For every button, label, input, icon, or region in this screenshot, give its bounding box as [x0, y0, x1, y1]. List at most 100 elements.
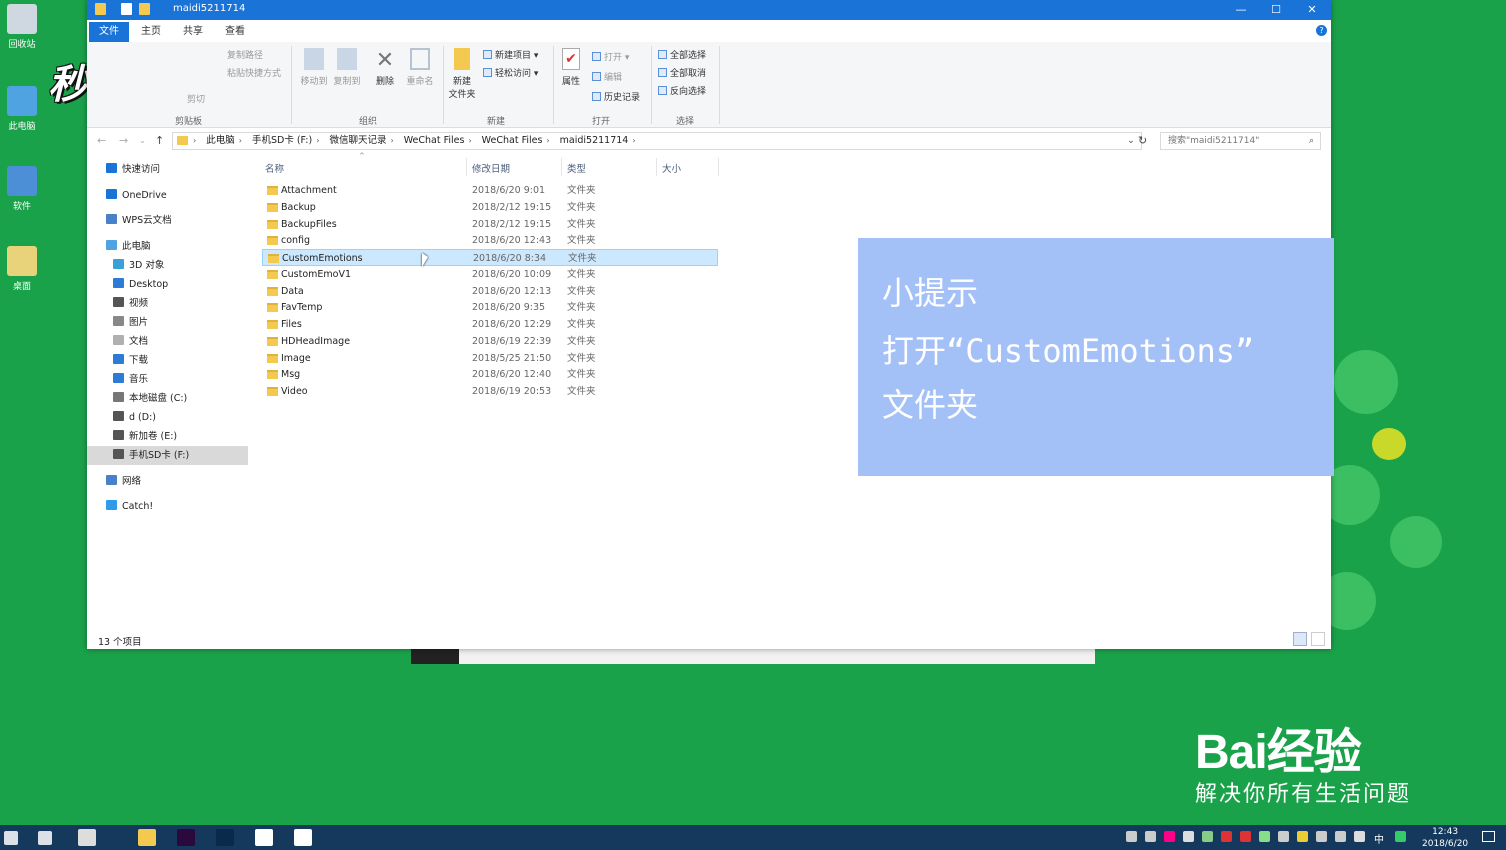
column-name[interactable]: 名称 [265, 161, 284, 175]
nav-item[interactable]: WPS云文档 [87, 211, 248, 230]
file-row[interactable]: HDHeadImage 2018/6/19 22:39 文件夹 [262, 333, 718, 350]
copy-path-button[interactable]: 复制路径 [227, 48, 263, 61]
invert-selection-button[interactable]: 反向选择 [658, 84, 706, 97]
breadcrumb-wechat-files-2[interactable]: WeChat Files [482, 133, 543, 149]
nav-item[interactable]: 快速访问 [87, 160, 248, 179]
large-icons-view-icon[interactable] [1311, 632, 1325, 646]
tab-file[interactable]: 文件 [89, 22, 129, 42]
properties-icon[interactable] [121, 3, 132, 15]
photoshop-icon[interactable] [216, 829, 234, 846]
desktop-icon[interactable]: 回收站 [2, 4, 42, 50]
nav-item[interactable]: 下载 [87, 351, 248, 370]
move-to-button[interactable]: 移动到 [299, 48, 329, 87]
chevron-right-icon[interactable]: › [632, 133, 635, 149]
back-arrow-icon[interactable]: ← [97, 134, 106, 147]
file-row[interactable]: Files 2018/6/20 12:29 文件夹 [262, 316, 718, 333]
file-row[interactable]: config 2018/6/20 12:43 文件夹 [262, 232, 718, 249]
nav-item[interactable]: 新加卷 (E:) [87, 427, 248, 446]
nav-item[interactable]: 本地磁盘 (C:) [87, 389, 248, 408]
tray-icon[interactable] [1316, 831, 1327, 842]
edit-button[interactable]: 编辑 [592, 70, 622, 83]
rename-button[interactable]: 重命名 [403, 48, 437, 87]
tray-icon[interactable] [1183, 831, 1194, 842]
baidu-app-icon[interactable] [78, 829, 96, 846]
tray-icon[interactable] [1335, 831, 1346, 842]
properties-button[interactable]: ✔ 属性 [559, 48, 583, 87]
cut-button[interactable]: 剪切 [187, 92, 205, 105]
chevron-right-icon[interactable]: › [239, 133, 242, 149]
help-icon[interactable]: ? [1316, 25, 1327, 36]
tray-icon[interactable] [1297, 831, 1308, 842]
maximize-button[interactable]: ☐ [1258, 1, 1294, 19]
tray-icon[interactable] [1354, 831, 1365, 842]
input-method-indicator[interactable]: 中 [1374, 831, 1384, 846]
file-row[interactable]: Attachment 2018/6/20 9:01 文件夹 [262, 182, 718, 199]
task-view-icon[interactable] [38, 831, 52, 845]
copy-to-button[interactable]: 复制到 [332, 48, 362, 87]
title-bar[interactable]: maidi5211714 — ☐ ✕ [87, 0, 1331, 20]
chevron-right-icon[interactable]: › [193, 133, 196, 149]
nav-item[interactable]: Desktop [87, 275, 248, 294]
tray-icon[interactable] [1145, 831, 1156, 842]
file-row[interactable]: Backup 2018/2/12 19:15 文件夹 [262, 199, 718, 216]
nav-item[interactable]: 视频 [87, 294, 248, 313]
tray-icon[interactable] [1278, 831, 1289, 842]
select-none-button[interactable]: 全部取消 [658, 66, 706, 79]
search-icon[interactable]: ⌕ [1309, 133, 1314, 149]
premiere-icon[interactable] [177, 829, 195, 846]
breadcrumb-this-pc[interactable]: 此电脑 [206, 133, 235, 149]
chevron-right-icon[interactable]: › [546, 133, 549, 149]
close-button[interactable]: ✕ [1294, 1, 1330, 19]
nav-item[interactable]: Catch! [87, 497, 248, 516]
nav-item[interactable]: 网络 [87, 472, 248, 491]
nav-item[interactable]: 此电脑 [87, 237, 248, 256]
tab-view[interactable]: 查看 [215, 22, 255, 42]
tab-home[interactable]: 主页 [131, 22, 171, 42]
minimize-button[interactable]: — [1223, 1, 1259, 19]
file-row[interactable]: Video 2018/6/19 20:53 文件夹 [262, 383, 718, 400]
file-explorer-icon[interactable] [138, 829, 156, 846]
file-row[interactable]: Data 2018/6/20 12:13 文件夹 [262, 283, 718, 300]
wechat-icon[interactable] [294, 829, 312, 846]
new-folder-button[interactable]: 新建 文件夹 [447, 48, 477, 100]
chevron-right-icon[interactable]: › [316, 133, 319, 149]
nav-item[interactable]: 图片 [87, 313, 248, 332]
open-button[interactable]: 打开 ▾ [592, 50, 629, 63]
column-type[interactable]: 类型 [567, 161, 586, 175]
column-divider[interactable] [656, 158, 657, 176]
breadcrumb-sd-card[interactable]: 手机SD卡 (F:) [252, 133, 312, 149]
tray-icon[interactable] [1164, 831, 1175, 842]
delete-button[interactable]: ✕ 删除 [372, 48, 398, 87]
tab-share[interactable]: 共享 [173, 22, 213, 42]
recent-dropdown-icon[interactable]: ⌄ [139, 136, 146, 145]
paste-shortcut-button[interactable]: 粘贴快捷方式 [227, 66, 281, 79]
clock[interactable]: 12:43 2018/6/20 [1422, 826, 1468, 850]
details-view-icon[interactable] [1293, 632, 1307, 646]
tray-icon[interactable] [1240, 831, 1251, 842]
tray-icon[interactable] [1259, 831, 1270, 842]
column-divider[interactable] [561, 158, 562, 176]
nav-item[interactable]: d (D:) [87, 408, 248, 427]
address-bar[interactable]: › 此电脑 › 手机SD卡 (F:) › 微信聊天记录 › WeChat Files ›… [172, 132, 1142, 150]
breadcrumb-current[interactable]: maidi5211714 [560, 133, 629, 149]
file-row[interactable]: FavTemp 2018/6/20 9:35 文件夹 [262, 299, 718, 316]
file-row[interactable]: CustomEmoV1 2018/6/20 10:09 文件夹 [262, 266, 718, 283]
tray-icon[interactable] [1221, 831, 1232, 842]
search-input[interactable]: 搜索"maidi5211714" ⌕ [1160, 132, 1321, 150]
up-arrow-icon[interactable]: ↑ [155, 134, 164, 147]
easy-access-button[interactable]: 轻松访问 ▾ [483, 66, 538, 79]
new-folder-icon[interactable] [139, 3, 150, 15]
nav-item[interactable]: 文档 [87, 332, 248, 351]
tray-icon[interactable] [1395, 831, 1406, 842]
nav-item[interactable]: 3D 对象 [87, 256, 248, 275]
file-row[interactable]: Msg 2018/6/20 12:40 文件夹 [262, 366, 718, 383]
nav-item[interactable]: 音乐 [87, 370, 248, 389]
column-divider[interactable] [466, 158, 467, 176]
column-modified[interactable]: 修改日期 [472, 161, 510, 175]
breadcrumb-wechat-files-1[interactable]: WeChat Files [404, 133, 465, 149]
chevron-right-icon[interactable]: › [390, 133, 393, 149]
chevron-down-icon[interactable]: ⌄ [1127, 133, 1135, 149]
obs-icon[interactable] [255, 829, 273, 846]
column-size[interactable]: 大小 [662, 161, 681, 175]
forward-arrow-icon[interactable]: → [119, 134, 128, 147]
